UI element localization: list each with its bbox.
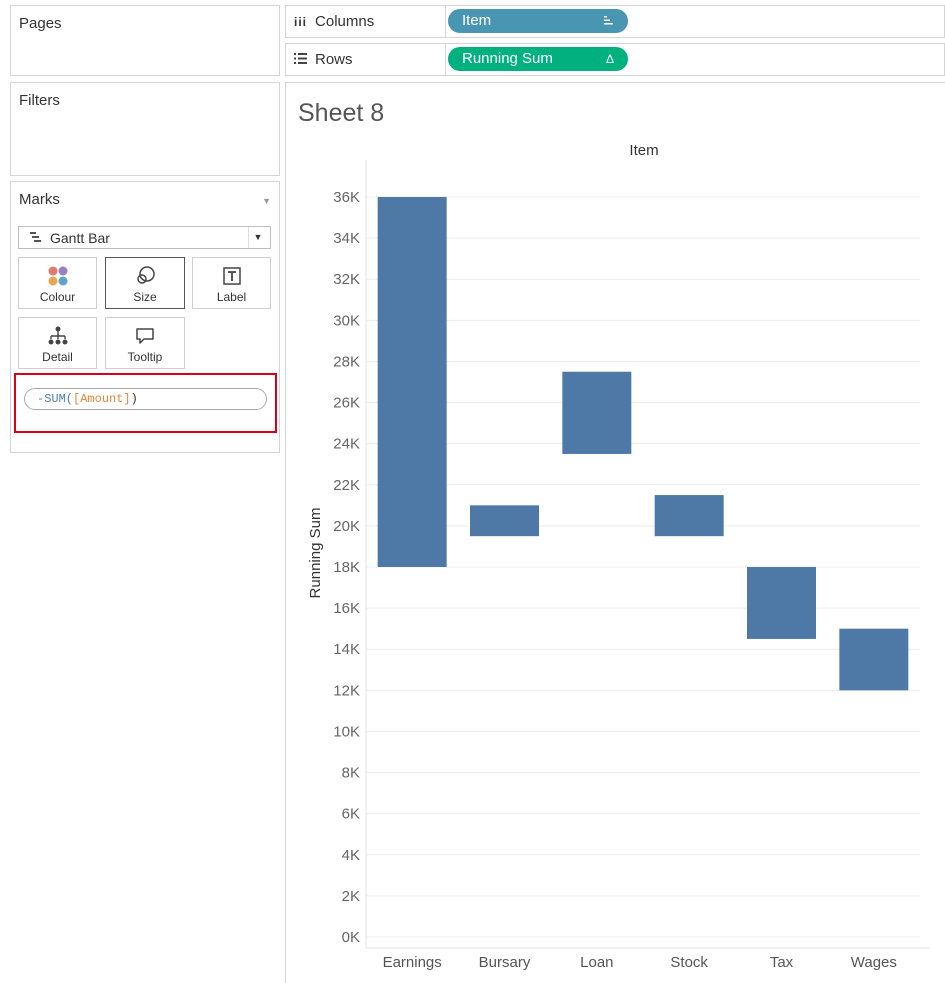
- detail-label: Detail: [42, 350, 73, 364]
- marks-title: Marks: [19, 191, 60, 208]
- label-button[interactable]: Label: [192, 257, 271, 309]
- tooltip-speech-icon: [106, 325, 184, 347]
- label-t-icon: [193, 265, 270, 287]
- tooltip-button[interactable]: Tooltip: [105, 317, 185, 369]
- gantt-bar-tax[interactable]: [747, 567, 816, 639]
- gantt-bar-icon: [29, 230, 43, 249]
- size-label: Size: [133, 290, 157, 304]
- rows-shelf: Rows: [285, 43, 446, 76]
- gantt-bar-bursary[interactable]: [470, 505, 539, 537]
- size-field-name: [Amount]: [73, 392, 131, 406]
- delta-icon: Δ: [605, 52, 614, 66]
- rows-pill[interactable]: Running Sum Δ: [448, 47, 628, 71]
- filters-title: Filters: [19, 92, 60, 109]
- columns-label: Columns: [315, 13, 375, 30]
- detail-tree-icon: [19, 325, 96, 347]
- columns-drop-zone[interactable]: Item: [446, 5, 945, 38]
- colour-label: Colour: [39, 290, 76, 304]
- size-field-suffix: ): [130, 392, 138, 406]
- gantt-bar-loan[interactable]: [562, 371, 632, 454]
- columns-shelf: iii Columns: [285, 5, 446, 38]
- tooltip-label: Tooltip: [127, 350, 163, 364]
- size-field-pill[interactable]: -SUM([Amount]): [24, 388, 267, 410]
- pages-card[interactable]: Pages: [10, 5, 280, 76]
- label-label: Label: [216, 290, 247, 304]
- rows-pill-label: Running Sum: [462, 50, 553, 67]
- columns-pill-label: Item: [462, 12, 492, 29]
- mark-type-label: Gantt Bar: [50, 230, 110, 246]
- marks-menu-caret-icon[interactable]: ▼: [262, 196, 271, 206]
- colour-button[interactable]: Colour: [18, 257, 97, 309]
- size-button[interactable]: Size: [105, 257, 185, 309]
- size-circles-icon: [106, 265, 184, 287]
- gantt-bar-wages[interactable]: [839, 628, 909, 691]
- rows-icon: [294, 51, 307, 68]
- sort-icon: [603, 9, 614, 33]
- size-field-highlight: -SUM([Amount]): [14, 373, 277, 433]
- filters-card[interactable]: Filters: [10, 82, 280, 176]
- sheet-title: Sheet 8: [298, 99, 385, 127]
- detail-button[interactable]: Detail: [18, 317, 97, 369]
- size-field-prefix: -SUM(: [37, 392, 74, 406]
- gantt-bar-earnings[interactable]: [377, 197, 447, 567]
- rows-label: Rows: [315, 51, 353, 68]
- columns-pill[interactable]: Item: [448, 9, 628, 33]
- colour-dots-icon: [19, 265, 96, 287]
- chevron-down-icon: ▼: [248, 227, 267, 248]
- marks-card: Marks ▼ Gantt Bar ▼ Colour Size Label De…: [10, 181, 280, 453]
- rows-drop-zone[interactable]: Running Sum Δ: [446, 43, 945, 76]
- gantt-bar-stock[interactable]: [654, 495, 724, 537]
- mark-type-dropdown[interactable]: Gantt Bar ▼: [18, 226, 271, 249]
- pages-title: Pages: [19, 15, 62, 32]
- columns-icon: iii: [294, 14, 308, 29]
